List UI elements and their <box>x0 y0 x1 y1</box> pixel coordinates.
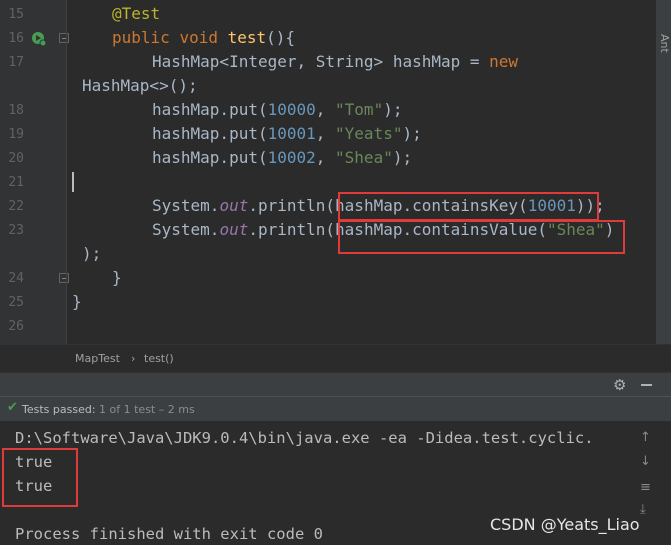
line-number: 16 <box>8 31 24 46</box>
run-tool-header: ⚙ <box>0 372 671 396</box>
code-text: ); <box>392 148 413 167</box>
code-text: ); <box>402 124 422 143</box>
code-text: , <box>315 148 336 167</box>
line-number: 20 <box>8 151 24 166</box>
code-text: hashMap.put( <box>152 124 268 143</box>
right-tool-strip[interactable]: Ant <box>655 0 671 344</box>
line-number-gutter: 15 16 17 18 19 20 21 22 23 24 25 26 <box>0 0 69 344</box>
code-text: } <box>112 268 122 287</box>
code-text: ); <box>383 100 403 119</box>
line-number: 22 <box>8 199 24 214</box>
console-line: Process finished with exit code 0 <box>15 525 323 543</box>
code-text: (){ <box>266 28 296 47</box>
line-number: 25 <box>8 295 24 310</box>
code-text: , <box>315 124 336 143</box>
code-text: ); <box>82 244 102 263</box>
line-number: 23 <box>8 223 24 238</box>
code-line: hashMap.put(10002, "Shea"); <box>152 146 412 170</box>
run-gutter-icon[interactable] <box>31 31 47 47</box>
watermark: CSDN @Yeats_Liao <box>488 515 642 534</box>
fold-marker-icon[interactable] <box>59 33 69 43</box>
code-text: hashMap.put( <box>152 100 268 119</box>
keyword: void <box>179 28 218 47</box>
static-field: out <box>219 196 249 215</box>
console-line: D:\Software\Java\JDK9.0.4\bin\java.exe -… <box>15 429 594 447</box>
line-number: 21 <box>8 175 24 190</box>
test-status-bar: ✔ Tests passed: 1 of 1 test – 2 ms <box>0 396 671 422</box>
code-line: } <box>72 290 82 314</box>
static-field: out <box>219 220 249 239</box>
code-text: HashMap<Integer, String> hashMap = <box>152 52 490 71</box>
console-output[interactable]: D:\Software\Java\JDK9.0.4\bin\java.exe -… <box>0 422 671 545</box>
right-tool-label[interactable]: Ant <box>658 34 671 53</box>
code-line: } <box>112 266 122 290</box>
line-number: 17 <box>8 55 24 70</box>
line-number: 19 <box>8 127 24 142</box>
code-line-wrap: HashMap<>(); <box>82 74 198 98</box>
line-number: 15 <box>8 7 24 22</box>
code-text: } <box>72 292 82 311</box>
highlight-box-contains-key <box>338 192 599 221</box>
tests-passed-detail: 1 of 1 test – 2 ms <box>99 403 195 416</box>
method-name: test <box>227 28 267 47</box>
code-line-wrap: ); <box>82 242 101 266</box>
breadcrumb-method[interactable]: test() <box>144 352 174 365</box>
line-number: 24 <box>8 271 24 286</box>
minimize-icon[interactable] <box>641 384 652 386</box>
check-icon: ✔ <box>7 400 18 415</box>
code-text: hashMap.put( <box>152 148 268 167</box>
test-status-text: Tests passed: 1 of 1 test – 2 ms <box>22 403 195 416</box>
keyword: public <box>112 28 170 47</box>
breadcrumb: MapTest › test() <box>0 344 671 372</box>
code-text: System. <box>152 196 220 215</box>
number-literal: 10000 <box>267 100 316 119</box>
arrow-up-icon[interactable]: ↑ <box>640 430 651 445</box>
code-line: public void test(){ <box>112 26 295 50</box>
soft-wrap-icon[interactable]: ≡ <box>640 480 651 495</box>
text-caret <box>72 172 74 192</box>
code-editor[interactable]: 15 16 17 18 19 20 21 22 23 24 25 26 @Tes… <box>0 0 671 344</box>
string-literal: "Shea" <box>335 148 393 167</box>
code-text: , <box>315 100 336 119</box>
code-line: HashMap<Integer, String> hashMap = new <box>152 50 518 74</box>
code-line: hashMap.put(10000, "Tom"); <box>152 98 402 122</box>
arrow-down-icon[interactable]: ↓ <box>640 454 651 469</box>
breadcrumb-separator: › <box>131 352 136 365</box>
number-literal: 10002 <box>267 148 316 167</box>
string-literal: "Yeats" <box>335 124 403 143</box>
code-line: @Test <box>112 2 160 26</box>
breadcrumb-class[interactable]: MapTest <box>75 352 120 365</box>
keyword: new <box>489 52 519 71</box>
line-number: 26 <box>8 319 24 334</box>
fold-marker-icon[interactable] <box>59 273 69 283</box>
highlight-box-output <box>2 448 78 507</box>
line-number: 18 <box>8 103 24 118</box>
code-text: System. <box>152 220 220 239</box>
tests-passed-label: Tests passed: <box>22 403 96 416</box>
code-text: HashMap<>(); <box>82 76 198 95</box>
annotation: @Test <box>112 4 161 23</box>
number-literal: 10001 <box>267 124 316 143</box>
gutter-divider <box>66 0 67 344</box>
string-literal: "Tom" <box>335 100 384 119</box>
gear-icon[interactable]: ⚙ <box>613 376 626 394</box>
code-line: hashMap.put(10001, "Yeats"); <box>152 122 422 146</box>
highlight-box-contains-value <box>338 220 625 254</box>
